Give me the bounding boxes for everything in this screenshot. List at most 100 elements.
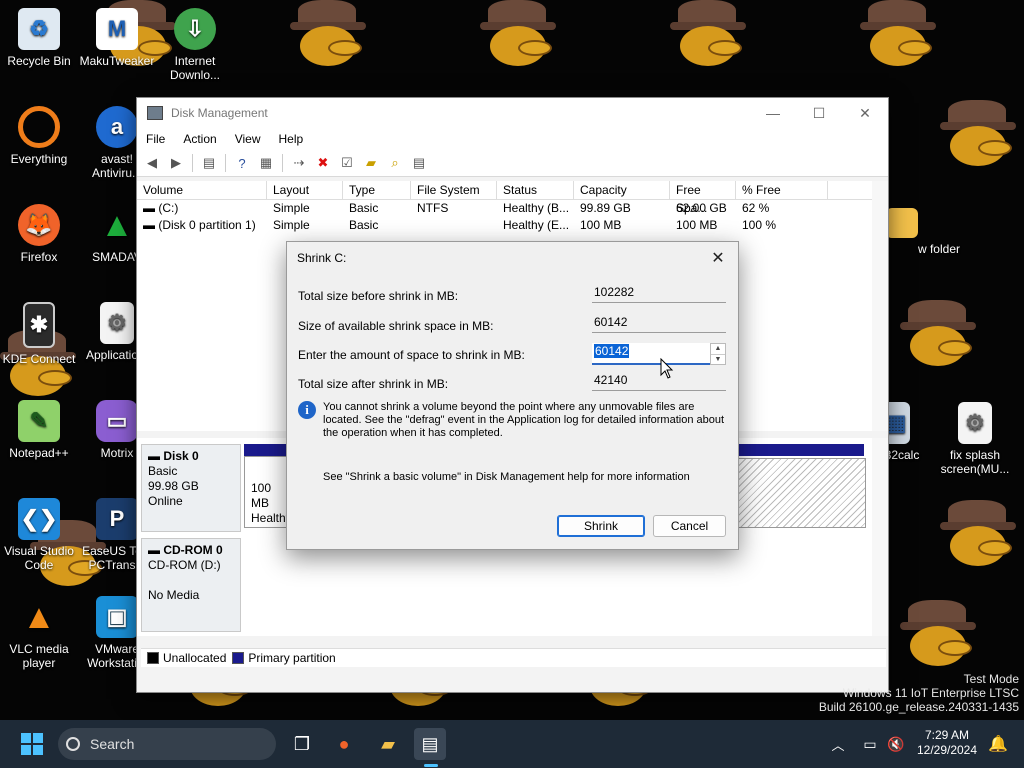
taskbar-search[interactable]: Search [58,728,276,760]
view-button[interactable]: ▤ [410,154,428,172]
task-view-icon: ❐ [293,733,311,754]
shrink-amount-stepper[interactable]: ▲ ▼ [710,343,726,365]
taskbar-firefox[interactable]: ● [328,728,360,760]
volume-type: Basic [349,218,379,232]
search-folder-icon: ⌕ [391,155,399,170]
available-shrink-label: Size of available shrink space in MB: [298,319,494,333]
menu-action[interactable]: Action [174,132,225,146]
cdrom-0-info[interactable]: ▬ CD-ROM 0 CD-ROM (D:) No Media [141,538,241,632]
spin-up-icon[interactable]: ▲ [711,344,725,355]
desktop-icon-makutweaker[interactable]: M MakuTweaker [76,8,158,68]
column-status[interactable]: Status [497,181,574,199]
task-view-button[interactable]: ❐ [286,728,318,760]
shrink-amount-value: 60142 [594,344,630,358]
shrink-button[interactable]: Shrink [557,515,645,537]
taskbar-disk-management[interactable]: ▤ [414,728,446,760]
check-button[interactable]: ☑ [338,154,356,172]
volume-status[interactable]: 🔇 [880,728,912,760]
column-type[interactable]: Type [343,181,411,199]
watermark-build: Build 26100.ge_release.240331-1435 [818,700,1019,714]
view-list-icon: ▤ [412,155,426,170]
start-button[interactable] [16,728,48,760]
column-free-space[interactable]: Free Spa... [670,181,736,215]
partition-efi[interactable]: 100 MB Healthy [244,456,292,528]
help-button[interactable]: ? [233,154,251,172]
windows-logo-icon [21,733,43,755]
desktop-icon-recycle-bin[interactable]: ♻ Recycle Bin [0,8,80,68]
search-placeholder: Search [90,736,135,752]
total-after-value: 42140 [592,371,726,391]
legend-primary-partition: Primary partition [248,651,336,665]
properties-button[interactable]: ▦ [257,154,275,172]
column-layout[interactable]: Layout [267,181,343,199]
maximize-button[interactable]: ☐ [796,98,842,128]
desktop-icon-vscode[interactable]: ❮❯ Visual Studio Code [0,498,80,572]
application-settings-icon: ⚙ [100,302,134,344]
minimize-button[interactable]: — [750,98,796,128]
desktop-icon-fix-splash[interactable]: ⚙ fix splash screen(MU... [934,402,1016,476]
vmware-icon: ▣ [96,596,138,638]
wallpaper-duck [860,0,938,70]
clock-date: 12/29/2024 [916,743,978,757]
volume-name: (C:) [158,201,179,215]
menu-view[interactable]: View [226,132,270,146]
column-percent-free[interactable]: % Free [736,181,828,199]
notifications-button[interactable]: 🔔 [982,728,1014,760]
dialog-title: Shrink C: [297,251,347,265]
column-volume[interactable]: Volume [137,181,267,199]
vlc-icon: ▲ [22,598,56,636]
help-link-text: See "Shrink a basic volume" in Disk Mana… [323,471,690,483]
console-tree-icon: ▤ [202,155,216,170]
partition-c-hatched[interactable] [738,458,866,528]
desktop-icon-notepad-plus-plus[interactable]: ✎ Notepad++ [0,400,80,460]
shrink-amount-input[interactable]: 60142 [592,343,710,365]
menu-bar: File Action View Help [137,128,888,150]
back-button[interactable]: ◀ [143,154,161,172]
desktop-icon-kde-connect[interactable]: ✱ KDE Connect [0,302,80,366]
menu-help[interactable]: Help [270,132,313,146]
recycle-bin-icon: ♻ [18,8,60,50]
column-file-system[interactable]: File System [411,181,497,199]
disk-0-info[interactable]: ▬ Disk 0 Basic 99.98 GB Online [141,444,241,532]
volume-type: Basic [349,201,379,215]
spin-down-icon[interactable]: ▼ [711,355,725,365]
search-button[interactable]: ⌕ [386,154,404,172]
volume-free-space: 62.00 GB [676,201,727,215]
show-hide-console-tree-button[interactable]: ▤ [200,154,218,172]
table-row[interactable]: ▬ (C:) Simple Basic NTFS Healthy (B... 9… [137,200,872,217]
volume-icon: ▬ [143,218,159,232]
disk-icon: ▬ [148,449,164,463]
volume-file-system [411,217,497,234]
open-button[interactable]: ▰ [362,154,380,172]
taskbar: Search ❐ ● ▰ ▤ ︿ ▭ 🔇 7:29 AM 12/29/2024 … [0,720,1024,768]
motrix-icon: ▭ [96,400,138,442]
forward-button[interactable]: ▶ [167,154,185,172]
close-button[interactable]: ✕ [842,98,888,128]
disk-size: 99.98 GB [148,479,199,493]
wallpaper-duck [480,0,558,70]
desktop-icon-vlc[interactable]: ▲ VLC media player [0,596,80,670]
delete-button[interactable]: ✖ [314,154,332,172]
dialog-close-button[interactable]: ✕ [706,246,730,270]
show-hidden-icons-button[interactable]: ︿ [822,728,854,760]
desktop-icon-firefox[interactable]: 🦊 Firefox [0,204,80,264]
connect-button[interactable]: ⇢ [290,154,308,172]
legend-unallocated: Unallocated [163,651,227,665]
disk-view-scrollbar[interactable] [872,438,888,636]
column-capacity[interactable]: Capacity [574,181,670,199]
checklist-icon: ☑ [341,155,353,170]
settings-file-icon: ⚙ [958,402,992,444]
window-title: Disk Management [171,106,268,120]
desktop-icon-internet-download-manager[interactable]: ⇩ Internet Downlo... [154,8,236,82]
taskbar-file-explorer[interactable]: ▰ [372,728,404,760]
table-row[interactable]: ▬ (Disk 0 partition 1) Simple Basic Heal… [137,217,872,234]
system-clock[interactable]: 7:29 AM 12/29/2024 [914,728,980,758]
desktop-icon-everything[interactable]: Everything [0,106,80,166]
title-bar[interactable]: Disk Management — ☐ ✕ [137,98,888,128]
cancel-button[interactable]: Cancel [653,515,726,537]
folder-icon: ▰ [381,733,395,754]
menu-file[interactable]: File [137,132,174,146]
folder-icon [886,208,918,238]
volume-list-scrollbar[interactable] [872,181,888,431]
vscode-icon: ❮❯ [18,498,60,540]
